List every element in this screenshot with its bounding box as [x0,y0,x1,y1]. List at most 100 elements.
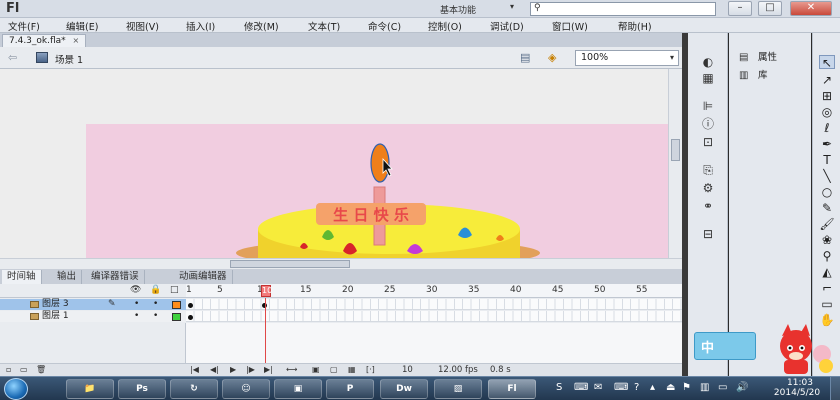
center-frame-icon[interactable]: ⟷ [286,365,297,374]
layer-color-swatch[interactable] [172,301,181,309]
horizontal-scroll-thumb[interactable] [230,260,350,268]
color-panel-icon[interactable]: ◐ [699,55,717,69]
keyboard-icon[interactable]: ⌨ [614,382,628,393]
display-icon[interactable]: ▭ [718,382,727,393]
ime-mode-label[interactable]: 中 [701,337,714,356]
menu-help[interactable]: 帮助(H) [618,19,652,33]
oval-tool-icon[interactable]: ○ [819,185,835,199]
tab-output[interactable]: 输出 [52,270,83,284]
layer-row-1[interactable]: 图层 1 • • [0,311,186,322]
selection-tool-icon[interactable]: ↖ [819,55,835,70]
show-desktop-button[interactable] [830,377,840,400]
network-icon[interactable]: ▥ [700,382,709,393]
onion-skin-icon[interactable]: ▣ [312,365,320,374]
code-snippets-icon[interactable]: ⎘ [699,163,717,177]
stage-area[interactable]: 生 日 快 乐 [0,69,668,258]
frame-rate[interactable]: 12.00 fps [438,365,478,375]
input-method-icon[interactable]: ⌨ [574,382,588,393]
edit-multiple-frames-icon[interactable]: ▦ [348,365,356,374]
vertical-scrollbar[interactable] [668,69,682,258]
taskbar-app-photoshop[interactable]: Ps [118,379,166,399]
play-icon[interactable]: ▶ [230,365,236,374]
visibility-dot[interactable]: • [134,311,139,322]
layer-row-3[interactable]: 图层 3 ✎ • • [0,299,186,310]
step-forward-icon[interactable]: |▶ [246,365,255,374]
deco-tool-icon[interactable]: ❀ [819,233,835,247]
keyframe[interactable] [188,315,193,320]
lock-dot[interactable]: • [153,311,158,322]
pencil-tool-icon[interactable]: ✎ [819,201,835,215]
ime-widget[interactable]: 中 [690,324,840,376]
taskbar-app-file-explorer[interactable]: 📁 [66,379,114,399]
usb-icon[interactable]: ⏏ [666,382,675,393]
taskbar-app-refresh[interactable]: ↻ [170,379,218,399]
menu-window[interactable]: 窗口(W) [552,19,588,33]
eye-icon[interactable]: 👁 [130,285,141,295]
edit-symbol-icon[interactable]: ◈ [548,51,556,64]
search-input[interactable]: ⚲ [530,2,716,16]
taskbar-app-camera[interactable]: ▣ [274,379,322,399]
eraser-tool-icon[interactable]: ▭ [819,297,835,311]
frame-row[interactable] [186,299,682,310]
menu-debug[interactable]: 调试(D) [490,19,524,33]
properties-tab[interactable]: ▤ 属性 [739,51,777,65]
lasso-tool-icon[interactable]: ℓ [819,121,835,135]
volume-icon[interactable]: 🔊 [736,382,748,393]
keyframe[interactable] [188,303,193,308]
taskbar-app-dreamweaver[interactable]: Dw [380,379,428,399]
menu-file[interactable]: 文件(F) [8,19,40,33]
flag-icon[interactable]: ⚑ [682,382,691,393]
tab-motion-editor[interactable]: 动画编辑器 [174,270,233,284]
delete-layer-icon[interactable]: 🗑 [36,365,46,374]
maximize-button[interactable]: □ [758,1,782,16]
bone-tool-icon[interactable]: ⚲ [819,249,835,263]
align-panel-icon[interactable]: ⊫ [699,99,717,113]
taskbar-app-qq[interactable]: ☺ [222,379,270,399]
library-tab[interactable]: ▥ 库 [739,69,768,83]
ime-toolbar[interactable]: 中 [694,332,756,360]
menu-edit[interactable]: 编辑(E) [66,19,98,33]
chevron-down-icon[interactable]: ▾ [510,2,514,11]
lock-icon[interactable]: 🔒 [150,285,161,295]
go-to-last-frame-icon[interactable]: ▶| [264,365,273,374]
motion-presets-icon[interactable]: ⚭ [699,199,717,213]
menu-view[interactable]: 视图(V) [126,19,159,33]
tab-timeline[interactable]: 时间轴 [2,270,42,284]
brush-tool-icon[interactable]: 🖌 [819,217,835,231]
swatches-panel-icon[interactable]: ▦ [699,71,717,85]
line-tool-icon[interactable]: ╲ [819,169,835,183]
layer-color-swatch[interactable] [172,313,181,321]
workspace-switcher[interactable]: 基本功能 [440,3,476,16]
notification-icon[interactable]: ✉ [594,382,602,393]
info-panel-icon[interactable]: ⓘ [699,117,717,131]
frame-row[interactable] [186,311,682,322]
taskbar-app-powerpoint[interactable]: P [326,379,374,399]
taskbar-app-image-viewer[interactable]: ▨ [434,379,482,399]
tab-compiler-errors[interactable]: 编译器错误 [86,270,145,284]
modify-markers-icon[interactable]: [·] [366,365,375,374]
lock-dot[interactable]: • [153,299,158,310]
menu-control[interactable]: 控制(O) [428,19,462,33]
minimize-button[interactable]: – [728,1,752,16]
zoom-select[interactable]: 100% ▾ [575,50,679,66]
new-layer-icon[interactable]: ▫ [6,365,11,374]
taskbar-app-flash[interactable]: Fl [488,379,536,399]
help-icon[interactable]: ? [634,382,639,393]
visibility-dot[interactable]: • [134,299,139,310]
start-button[interactable] [4,378,28,400]
history-panel-icon[interactable]: ⊟ [699,227,717,241]
paint-bucket-tool-icon[interactable]: ◭ [819,265,835,279]
close-icon[interactable]: × [73,36,80,45]
go-to-first-frame-icon[interactable]: |◀ [190,365,199,374]
clock-time[interactable]: 11:03 [776,378,824,388]
close-button[interactable]: ✕ [790,1,832,16]
clock-date[interactable]: 2014/5/20 [768,388,826,398]
horizontal-scrollbar[interactable] [0,258,682,269]
document-tab[interactable]: 7.4.3_ok.fla* × [2,34,87,47]
edit-scene-icon[interactable]: ▤ [520,51,530,64]
vertical-scroll-thumb[interactable] [671,139,680,161]
menu-insert[interactable]: 插入(I) [186,19,215,33]
text-tool-icon[interactable]: T [819,153,835,167]
back-arrow-icon[interactable]: ⇦ [8,51,17,64]
playhead[interactable]: 10 [261,285,272,297]
